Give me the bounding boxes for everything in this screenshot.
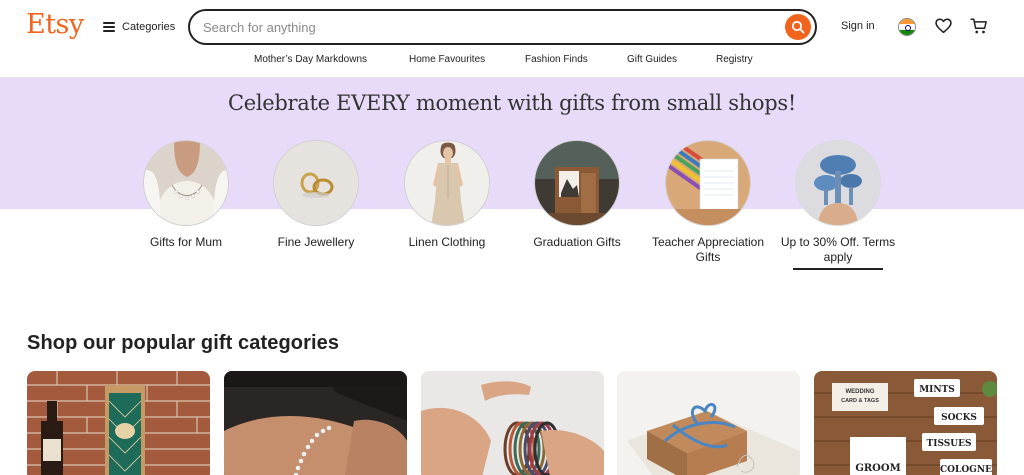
hero-item-label: Up to 30% Off. Terms apply <box>780 235 896 264</box>
hero-item-label: Fine Jewellery <box>277 235 355 249</box>
wedding-tag-subtitle: CARD & TAGS <box>841 398 879 404</box>
category-card-wedding-tags[interactable]: WEDDING CARD & TAGS MINTS SOCKS TISSUES … <box>814 371 997 475</box>
site-header: Etsy Categories Sign in Mother’s Day Mar… <box>0 0 1024 78</box>
sign-in-link[interactable]: Sign in <box>841 20 875 32</box>
necklace-image <box>143 140 229 226</box>
tag-cologne: COLOGNE <box>940 465 992 475</box>
rings-image <box>273 140 359 226</box>
tag-groom: GROOM <box>855 463 900 474</box>
menu-icon <box>103 22 115 32</box>
sale-underline <box>793 268 883 270</box>
category-card-bracelet[interactable] <box>224 371 407 475</box>
search-input[interactable] <box>203 18 763 36</box>
hero-item-label: Gifts for Mum <box>149 235 222 249</box>
category-card-wine-box[interactable] <box>27 371 210 475</box>
nav-fashion-finds[interactable]: Fashion Finds <box>525 54 588 65</box>
tag-tissues: TISSUES <box>927 439 972 449</box>
top-nav: Mother’s Day Markdowns Home Favourites F… <box>0 54 1024 70</box>
photo-frame-image <box>534 140 620 226</box>
search-button[interactable] <box>785 14 811 40</box>
category-card-gift-box[interactable] <box>617 371 800 475</box>
tag-mints: MINTS <box>919 385 955 395</box>
hero-item-label: Linen Clothing <box>408 235 486 249</box>
search-bar <box>188 9 817 45</box>
nav-mothers-day-markdowns[interactable]: Mother’s Day Markdowns <box>254 54 367 65</box>
categories-label: Categories <box>122 21 176 33</box>
popular-categories-title: Shop our popular gift categories <box>27 332 340 354</box>
categories-button[interactable]: Categories <box>103 18 175 36</box>
mushroom-figure-image <box>795 140 881 226</box>
wedding-tag-title: WEDDING <box>846 389 875 395</box>
heart-icon[interactable] <box>935 18 952 34</box>
linen-dress-image <box>404 140 490 226</box>
cart-icon[interactable] <box>970 17 988 35</box>
category-card-bangles[interactable] <box>421 371 604 475</box>
nav-home-favourites[interactable]: Home Favourites <box>409 54 485 65</box>
nav-registry[interactable]: Registry <box>716 54 753 65</box>
india-flag-icon[interactable] <box>898 18 916 36</box>
hero-item-label: Teacher Appreciation Gifts <box>651 235 765 264</box>
pencils-notepad-image <box>665 140 751 226</box>
hero-item-label: Graduation Gifts <box>533 235 621 249</box>
etsy-logo[interactable]: Etsy <box>26 9 84 40</box>
tag-socks: SOCKS <box>941 413 977 423</box>
hero-title: Celebrate EVERY moment with gifts from s… <box>227 91 797 115</box>
nav-gift-guides[interactable]: Gift Guides <box>627 54 677 65</box>
search-icon <box>791 20 805 34</box>
